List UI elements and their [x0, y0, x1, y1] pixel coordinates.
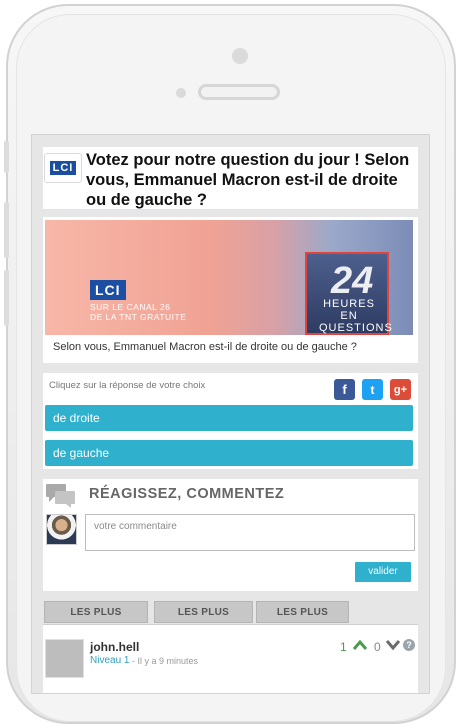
comment-author[interactable]: john.hell	[90, 640, 139, 654]
downvote-count: 0	[374, 640, 381, 654]
choice-de-gauche-button[interactable]: de gauche	[45, 440, 413, 466]
submit-comment-button[interactable]: valider	[355, 562, 411, 582]
phone-volume-up-button	[4, 202, 9, 258]
poll-question-caption: Selon vous, Emmanuel Macron est-il de dr…	[53, 341, 357, 353]
poll-image-card: LCI SUR LE CANAL 26 DE LA TNT GRATUITE 2…	[43, 217, 418, 363]
banner-lci-logo: LCI	[90, 280, 126, 300]
banner-subtitle-line1: SUR LE CANAL 26	[90, 302, 171, 312]
banner-subtitle: SUR LE CANAL 26 DE LA TNT GRATUITE	[90, 302, 186, 322]
tab-most-recent[interactable]: LES PLUS RÉCENTS	[154, 601, 253, 640]
poll-title: Votez pour notre question du jour ! Selo…	[86, 151, 410, 209]
comment-timestamp: - Il y a 9 minutes	[132, 656, 199, 666]
upvote-count: 1	[340, 640, 347, 654]
help-icon[interactable]: ?	[403, 639, 415, 651]
comment-form-card: RÉAGISSEZ, COMMENTEZ votre commentaire v…	[43, 479, 418, 591]
front-camera	[232, 48, 248, 64]
comment-author-level: Niveau 1	[90, 655, 130, 666]
phone-screen: LCI Votez pour notre question du jour ! …	[31, 134, 430, 694]
earpiece-speaker	[198, 84, 280, 100]
poll-header: LCI Votez pour notre question du jour ! …	[43, 147, 418, 210]
avatar[interactable]	[45, 639, 84, 678]
lci-logo: LCI	[44, 153, 82, 183]
twitter-share-icon[interactable]: t	[362, 379, 383, 400]
comment-textarea[interactable]: votre commentaire	[85, 514, 415, 551]
facebook-share-icon[interactable]: f	[334, 379, 355, 400]
poll-choices-card: Cliquez sur la réponse de votre choix f …	[43, 373, 418, 469]
comment-bubble-icon	[46, 484, 75, 508]
banner-subtitle-line2: DE LA TNT GRATUITE	[90, 312, 187, 322]
upvote-arrow-icon[interactable]	[352, 639, 368, 651]
banner-questions: QUESTIONS	[319, 322, 393, 334]
tab-oldest[interactable]: LES PLUS ANCIENS	[256, 601, 349, 640]
banner-en: EN	[340, 310, 358, 322]
lci-logo-text: LCI	[49, 161, 77, 175]
tab-most-popular[interactable]: LES PLUS POPULAIRES	[44, 601, 148, 640]
proximity-sensor	[176, 88, 186, 98]
phone-side-button	[4, 141, 9, 173]
banner-heures-text: HEURES EN QUESTIONS	[319, 298, 393, 334]
comment-sort-tabs: LES PLUS POPULAIRES LES PLUS RÉCENTS LES…	[43, 601, 418, 640]
current-user-avatar	[46, 514, 77, 545]
choice-de-droite-button[interactable]: de droite	[45, 405, 413, 431]
googleplus-share-icon[interactable]: g+	[390, 379, 411, 400]
choices-hint: Cliquez sur la réponse de votre choix	[49, 380, 206, 391]
banner-heures: HEURES	[323, 298, 375, 310]
comment-section-title: RÉAGISSEZ, COMMENTEZ	[89, 486, 285, 502]
phone-volume-down-button	[4, 270, 9, 326]
poll-banner-image: LCI SUR LE CANAL 26 DE LA TNT GRATUITE 2…	[45, 220, 413, 335]
downvote-arrow-icon[interactable]	[385, 639, 401, 651]
banner-24-number: 24	[331, 260, 374, 302]
comment-list: john.hell Niveau 1 - Il y a 9 minutes 1 …	[43, 624, 418, 693]
